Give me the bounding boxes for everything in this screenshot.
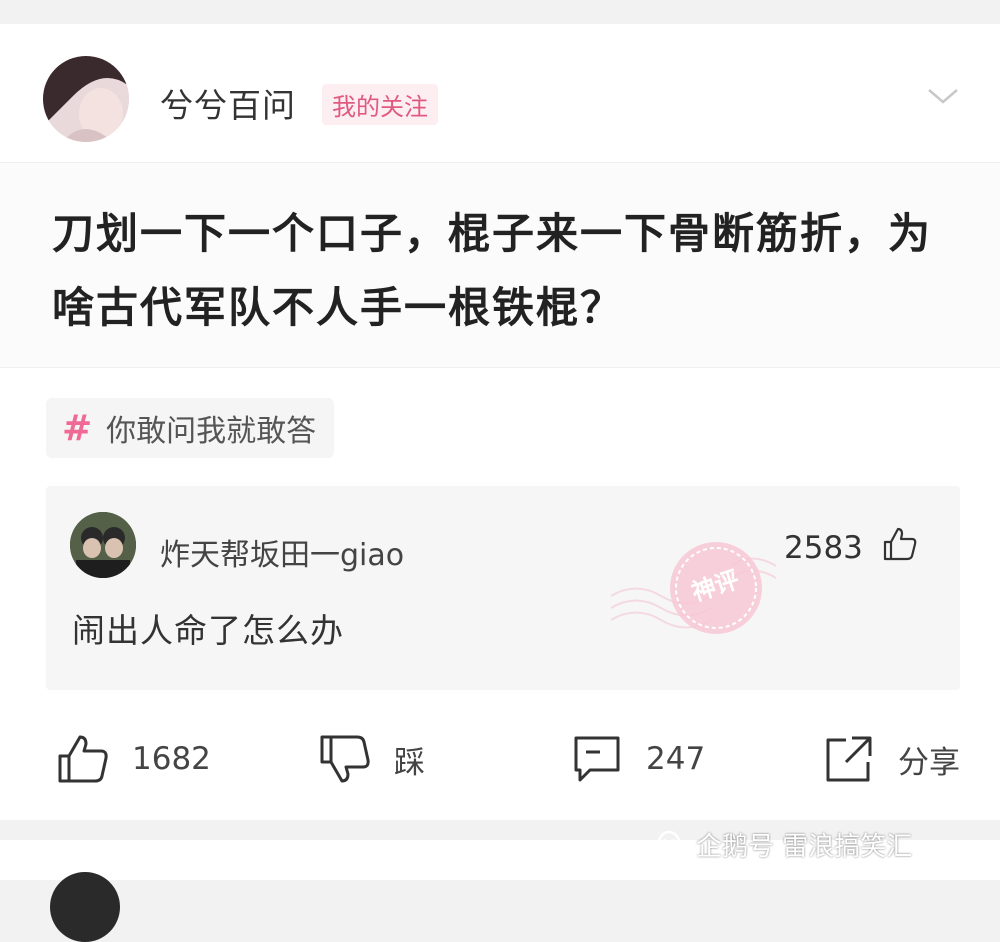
topic-tag[interactable]: # 你敢问我就敢答 xyxy=(46,398,335,458)
share-button[interactable]: 分享 xyxy=(822,732,960,786)
watermark-text: 企鹅号 雷浪搞笑汇 xyxy=(696,832,913,862)
action-bar: 1682 踩 247 分享 xyxy=(0,718,1000,798)
follow-badge: 我的关注 xyxy=(322,84,438,125)
next-author-avatar[interactable] xyxy=(50,872,120,942)
post-header: 兮兮百问 我的关注 xyxy=(0,24,1000,162)
post-card: 兮兮百问 我的关注 刀划一下一个口子，棍子来一下骨断筋折，为啥古代军队不人手一根… xyxy=(0,24,1000,820)
like-button[interactable]: 1682 xyxy=(56,732,211,786)
like-count: 1682 xyxy=(132,741,211,777)
author-name[interactable]: 兮兮百问 xyxy=(160,79,296,127)
share-label: 分享 xyxy=(898,744,960,781)
dislike-button[interactable]: 踩 xyxy=(318,732,425,786)
comment-count: 247 xyxy=(646,741,706,777)
question-title-band: 刀划一下一个口子，棍子来一下骨断筋折，为啥古代军队不人手一根铁棍？ xyxy=(0,162,1000,368)
thumbs-down-icon xyxy=(320,735,370,783)
penguin-icon xyxy=(656,830,682,861)
commenter-name[interactable]: 炸天帮坂田一giao xyxy=(160,530,404,574)
hot-comment-stamp: 神评 xyxy=(610,542,777,634)
author-avatar[interactable] xyxy=(43,56,129,142)
watermark: 企鹅号 雷浪搞笑汇 xyxy=(652,826,912,863)
comment-like-count: 2583 xyxy=(784,530,863,566)
thumbs-up-icon xyxy=(58,735,108,783)
comment-icon xyxy=(574,736,620,782)
dislike-label: 踩 xyxy=(394,744,425,781)
comment-text: 闹出人命了怎么办 xyxy=(72,611,344,650)
hash-icon: # xyxy=(62,407,93,449)
chevron-down-icon[interactable] xyxy=(926,84,960,108)
question-title[interactable]: 刀划一下一个口子，棍子来一下骨断筋折，为啥古代军队不人手一根铁棍？ xyxy=(52,197,952,345)
thumbs-up-icon[interactable] xyxy=(882,526,918,562)
share-icon xyxy=(826,736,872,782)
top-comment[interactable]: 神评 炸天帮坂田一giao 2583 闹出人命了怎么办 xyxy=(46,486,960,690)
comment-button[interactable]: 247 xyxy=(570,732,705,786)
commenter-avatar[interactable] xyxy=(70,512,136,578)
topic-label: 你敢问我就敢答 xyxy=(106,414,317,449)
